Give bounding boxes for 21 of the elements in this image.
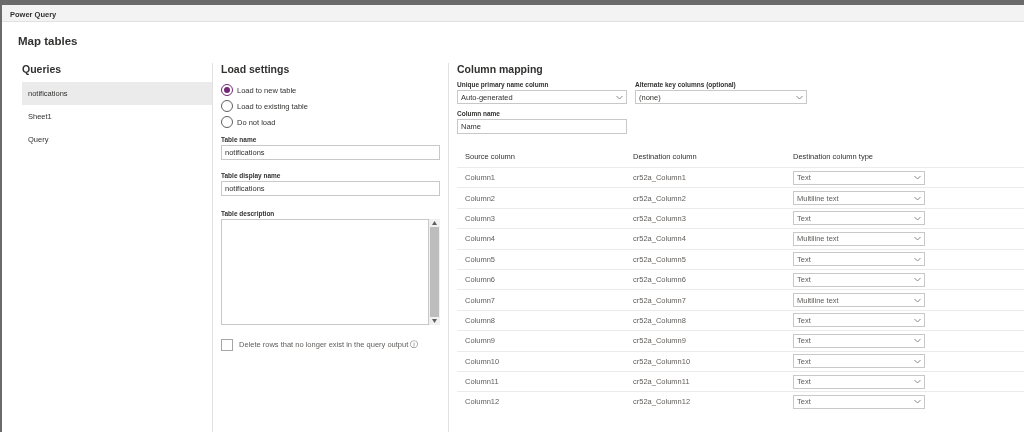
chevron-down-icon xyxy=(914,399,921,405)
section-heading: Column mapping xyxy=(457,63,543,75)
chevron-down-icon xyxy=(914,338,921,344)
chevron-down-icon xyxy=(914,379,921,385)
chevron-down-icon xyxy=(914,277,921,283)
scrollbar[interactable] xyxy=(429,219,440,325)
chevron-down-icon xyxy=(914,236,921,242)
page-title: Map tables xyxy=(18,35,78,47)
section-heading: Load settings xyxy=(221,63,290,75)
chevron-down-icon xyxy=(914,317,921,323)
chevron-down-icon xyxy=(914,195,921,201)
scroll-down-icon[interactable] xyxy=(432,319,437,323)
chevron-down-icon xyxy=(914,215,921,221)
chevron-down-icon xyxy=(914,256,921,262)
chevron-down-icon xyxy=(914,297,921,303)
scroll-up-icon[interactable] xyxy=(432,221,437,225)
chevron-down-icon xyxy=(914,358,921,364)
chevron-down-icon xyxy=(616,94,623,100)
section-heading: Queries xyxy=(22,63,62,75)
chevron-down-icon xyxy=(796,94,803,100)
chevron-down-icon xyxy=(914,175,921,181)
